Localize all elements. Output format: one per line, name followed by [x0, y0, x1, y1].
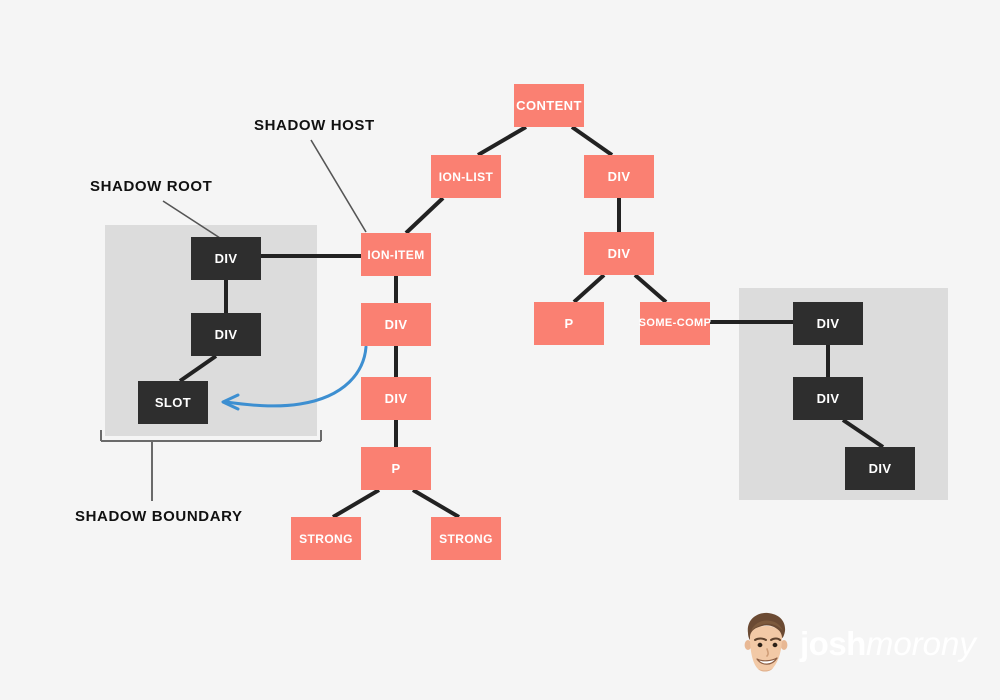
annotation-shadow-root: SHADOW ROOT: [90, 179, 212, 194]
node-p-right[interactable]: P: [534, 302, 604, 345]
node-label: DIV: [384, 391, 408, 406]
node-label: DIV: [214, 251, 238, 266]
brand-wordmark: joshmorony: [800, 627, 976, 660]
annotation-shadow-host: SHADOW HOST: [254, 118, 375, 133]
node-label: SOME-COMP: [638, 317, 712, 329]
node-label: DIV: [384, 317, 408, 332]
node-sr2-div-1[interactable]: DIV: [793, 302, 863, 345]
slot-projection-arrow: [221, 345, 368, 411]
node-ion-list[interactable]: ION-LIST: [431, 155, 501, 198]
brand-logo: joshmorony: [738, 608, 976, 678]
shadow-boundary-bracket: [100, 430, 322, 501]
annotation-shadow-boundary: SHADOW BOUNDARY: [75, 509, 243, 524]
node-sr1-slot[interactable]: SLOT: [138, 381, 208, 424]
diagram-edges: [100, 125, 885, 519]
node-label: DIV: [607, 246, 631, 261]
brand-wordmark-light: morony: [865, 624, 976, 662]
node-p-mid[interactable]: P: [361, 447, 431, 490]
node-label: DIV: [816, 316, 840, 331]
node-label: DIV: [607, 169, 631, 184]
josh-morony-face-icon: [744, 612, 788, 672]
node-content[interactable]: CONTENT: [514, 84, 584, 127]
node-strong-right[interactable]: STRONG: [431, 517, 501, 560]
node-label: DIV: [816, 391, 840, 406]
node-div-mid-1[interactable]: DIV: [361, 303, 431, 346]
node-label: STRONG: [299, 531, 353, 546]
node-label: P: [564, 316, 574, 331]
node-sr2-div-3[interactable]: DIV: [845, 447, 915, 490]
annotation-shadow-root-label: SHADOW ROOT: [90, 178, 213, 195]
node-label: ION-ITEM: [367, 247, 425, 262]
node-div-right-2[interactable]: DIV: [584, 232, 654, 275]
node-sr2-div-2[interactable]: DIV: [793, 377, 863, 420]
node-ion-item[interactable]: ION-ITEM: [361, 233, 431, 276]
annotation-shadow-host-label: SHADOW HOST: [254, 117, 375, 134]
diagram-canvas: SHADOW HOST SHADOW ROOT SHADOW BOUNDARY …: [0, 0, 1000, 700]
tree-edges: [178, 125, 885, 519]
node-label: CONTENT: [516, 98, 582, 113]
node-label: SLOT: [154, 395, 192, 410]
node-label: DIV: [868, 461, 892, 476]
node-strong-left[interactable]: STRONG: [291, 517, 361, 560]
brand-wordmark-bold: josh: [800, 624, 866, 662]
node-some-comp[interactable]: SOME-COMP: [638, 302, 712, 345]
node-label: STRONG: [439, 531, 493, 546]
node-sr1-div-1[interactable]: DIV: [191, 237, 261, 280]
node-sr1-div-2[interactable]: DIV: [191, 313, 261, 356]
node-div-mid-2[interactable]: DIV: [361, 377, 431, 420]
node-label: ION-LIST: [438, 169, 494, 184]
annotation-shadow-boundary-label: SHADOW BOUNDARY: [75, 508, 243, 525]
node-label: DIV: [214, 327, 238, 342]
node-label: P: [391, 461, 401, 476]
node-div-right-1[interactable]: DIV: [584, 155, 654, 198]
